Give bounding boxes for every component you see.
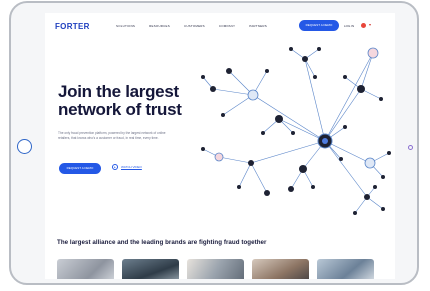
hero-title-line2: network of trust — [58, 100, 182, 119]
play-icon: ▸ — [112, 164, 118, 170]
brand-photo-strip — [57, 259, 374, 279]
alliance-heading: The largest alliance and the leading bra… — [57, 239, 267, 246]
hero-title-line1: Join the largest — [58, 82, 179, 101]
brand-photo-4[interactable] — [252, 259, 309, 279]
nav-item-customers[interactable]: CUSTOMERS — [184, 24, 205, 28]
nav-item-company[interactable]: COMPANY — [219, 24, 235, 28]
nav-menu: SOLUTIONS RESOURCES CUSTOMERS COMPANY PA… — [116, 24, 267, 28]
request-demo-button[interactable]: REQUEST A DEMO — [299, 20, 339, 31]
watch-video-link[interactable]: ▸ WATCH VIDEO — [112, 164, 142, 170]
website-screen: FORTER SOLUTIONS RESOURCES CUSTOMERS COM… — [45, 13, 395, 279]
hero-subtitle: The only fraud prevention platform, powe… — [58, 131, 166, 140]
chevron-down-icon[interactable]: ▾ — [369, 22, 371, 27]
camera-dot-icon — [408, 145, 413, 150]
nav-item-solutions[interactable]: SOLUTIONS — [116, 24, 135, 28]
nav-item-partners[interactable]: PARTNERS — [249, 24, 267, 28]
language-flag-icon[interactable] — [361, 23, 366, 28]
login-link[interactable]: LOG IN — [344, 24, 354, 28]
watch-video-label: WATCH VIDEO — [121, 165, 142, 169]
brand-photo-1[interactable] — [57, 259, 114, 279]
brand-photo-5[interactable] — [317, 259, 374, 279]
hero-demo-button[interactable]: REQUEST A DEMO — [59, 163, 101, 174]
hero-title: Join the largest network of trust — [58, 83, 218, 119]
top-nav: FORTER SOLUTIONS RESOURCES CUSTOMERS COM… — [45, 13, 395, 39]
brand-photo-3[interactable] — [187, 259, 244, 279]
forter-logo[interactable]: FORTER — [55, 22, 90, 31]
nav-item-resources[interactable]: RESOURCES — [149, 24, 170, 28]
network-edges — [202, 48, 390, 214]
home-button-icon — [17, 139, 32, 154]
brand-photo-2[interactable] — [122, 259, 179, 279]
trust-network-graphic — [201, 47, 391, 215]
